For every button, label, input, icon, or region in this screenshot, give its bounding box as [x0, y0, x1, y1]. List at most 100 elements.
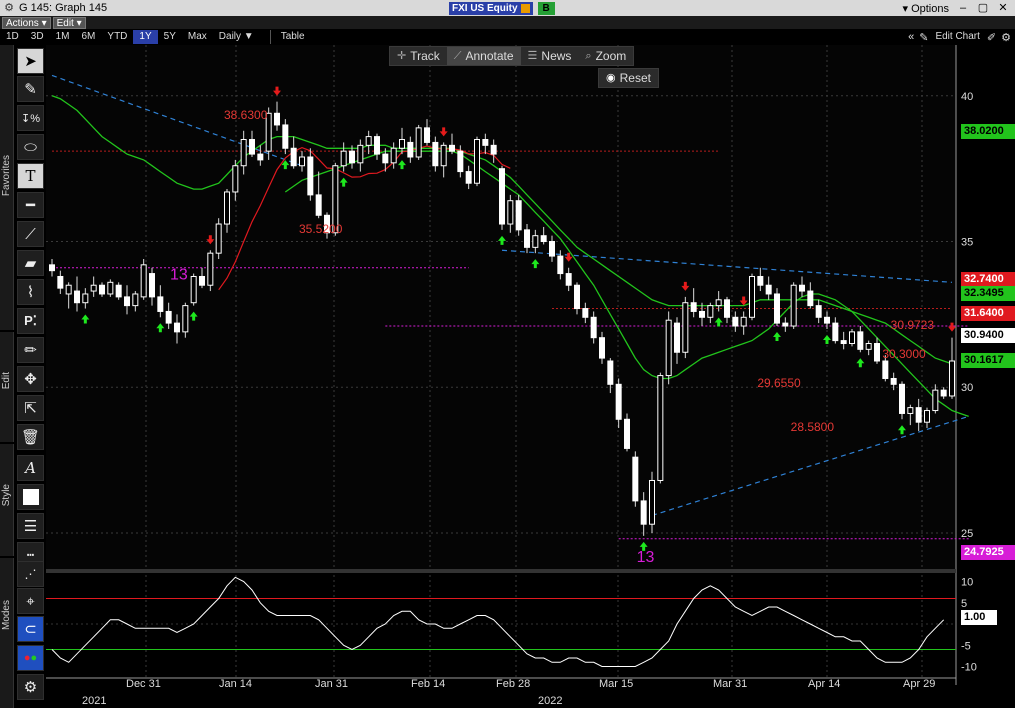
color-palette-icon[interactable]: ● ●	[17, 645, 44, 671]
track-button[interactable]: ✛ Track	[390, 47, 447, 65]
annotate-icon: ⟋	[453, 50, 462, 62]
favorites-tab[interactable]: Favorites	[0, 45, 14, 330]
polyline-icon[interactable]: ⌇	[17, 279, 44, 305]
candle-body	[149, 273, 155, 298]
close-icon[interactable]: ✕	[997, 2, 1009, 14]
edit-chart-button[interactable]: Edit Chart	[933, 30, 981, 44]
oscillator-tick-label: -10	[961, 662, 977, 674]
pen-icon[interactable]: ✏	[17, 337, 44, 363]
ticker-dropdown-icon[interactable]	[520, 3, 530, 13]
ticker-field[interactable]: FXI US Equity	[449, 1, 533, 15]
candle-body	[674, 322, 680, 353]
reset-label: Reset	[619, 71, 651, 85]
candle-body	[874, 343, 880, 362]
candle-body	[124, 296, 130, 307]
pointer-icon[interactable]: ➤	[17, 48, 44, 74]
candle-body	[524, 229, 530, 248]
annotate-button[interactable]: ⟋ Annotate	[446, 47, 521, 65]
line-width-icon[interactable]: ☰	[17, 513, 44, 539]
candle-body	[249, 139, 255, 155]
candle-body	[590, 316, 597, 339]
edit-icon[interactable]: ✐	[987, 31, 996, 44]
candle-body	[465, 171, 472, 184]
eraser-icon[interactable]: ⋰	[17, 561, 44, 587]
move-icon[interactable]: ✥	[17, 366, 44, 392]
edit-tab[interactable]: Edit	[0, 332, 14, 442]
ticker-label: FXI US Equity	[452, 2, 518, 14]
tab-3d[interactable]: 3D	[25, 30, 50, 44]
edit-menu[interactable]: Edit ▾	[52, 16, 86, 29]
candle-body	[949, 360, 955, 397]
channel-icon[interactable]: ▰	[17, 250, 44, 276]
settings-icon[interactable]: ⚙	[1001, 31, 1011, 44]
tab-1d[interactable]: 1D	[0, 30, 25, 44]
options-menu[interactable]: ▾ Options	[902, 2, 949, 15]
pattern-icon[interactable]: P⁚	[17, 308, 44, 334]
tab-ytd[interactable]: YTD	[101, 30, 133, 44]
price-chart[interactable]: 40 35 30 25 38.6300 35.5200 30.9723 30.3000 29.6…	[46, 45, 1015, 708]
add-point-icon[interactable]: ⇱	[17, 395, 44, 421]
horizontal-line-icon[interactable]: ━	[17, 192, 44, 218]
tab-max[interactable]: Max	[182, 30, 213, 44]
table-button[interactable]: Table	[269, 30, 311, 44]
drawing-toolbox: Favorites Edit Style Modes ➤ ✎ ↧% ⬭ T ━ …	[0, 45, 46, 708]
count-13-label: 13	[170, 266, 188, 283]
tab-1m[interactable]: 1M	[50, 30, 76, 44]
window-title: G 145: Graph 145	[19, 2, 108, 14]
restore-icon[interactable]: ▢	[977, 2, 989, 14]
gear-icon[interactable]: ⚙	[17, 674, 44, 700]
actions-menu[interactable]: Actions ▾	[2, 16, 51, 29]
candle-body	[490, 144, 497, 155]
candle-body	[899, 383, 905, 414]
tab-5y[interactable]: 5Y	[158, 30, 182, 44]
collapse-icon[interactable]: «	[908, 31, 914, 43]
font-icon[interactable]: A	[17, 455, 44, 481]
candle-body	[607, 360, 614, 385]
reset-button[interactable]: ◉ Reset	[598, 68, 659, 88]
style-tab[interactable]: Style	[0, 444, 14, 556]
tab-6m[interactable]: 6M	[76, 30, 102, 44]
modes-tab[interactable]: Modes	[0, 558, 14, 708]
y-tick-label: 30	[961, 382, 973, 394]
x-tick: Apr 29	[903, 678, 936, 690]
candle-body	[932, 389, 939, 412]
ellipse-icon[interactable]: ⬭	[17, 134, 44, 160]
candle-body	[290, 147, 297, 167]
crosshair-icon[interactable]: ⌖	[17, 588, 44, 614]
gear-icon[interactable]: ⚙	[3, 2, 15, 14]
candle-body	[549, 241, 555, 257]
price-annotation: 35.5200	[299, 222, 343, 236]
price-annotation: 30.9723	[891, 318, 935, 332]
candle-body	[199, 275, 205, 286]
candle-body	[365, 136, 372, 146]
candle-body	[415, 127, 422, 158]
pencil-icon[interactable]: ✎	[919, 31, 928, 44]
minimize-icon[interactable]: –	[957, 2, 969, 14]
options-label: Options	[911, 2, 949, 15]
news-icon: ☰	[527, 50, 538, 62]
candle-body	[557, 255, 564, 275]
candle-body	[832, 322, 839, 342]
candle-body	[682, 302, 689, 353]
trendline-icon[interactable]: ⟋	[17, 221, 44, 247]
x-tick: Jan 14	[219, 678, 253, 690]
candle-body	[699, 310, 705, 318]
trash-icon[interactable]: 🗑	[17, 424, 44, 450]
news-button[interactable]: ☰ News	[521, 47, 579, 65]
candle-body	[799, 284, 805, 292]
tab-1y[interactable]: 1Y	[133, 30, 158, 44]
text-icon[interactable]: T	[17, 163, 44, 189]
line-draw-icon[interactable]: ✎	[17, 76, 44, 102]
candle-body	[715, 299, 722, 307]
year-label: 2022	[538, 695, 563, 707]
percent-icon[interactable]: ↧%	[17, 105, 44, 131]
candle-body	[107, 281, 114, 295]
zoom-button[interactable]: ⌕ Zoom	[578, 47, 633, 65]
fill-color-icon[interactable]	[17, 484, 44, 510]
candle-body	[449, 144, 455, 152]
badge-b[interactable]: B	[537, 1, 555, 15]
candle-body	[407, 141, 414, 158]
magnet-icon[interactable]: ⊂	[17, 616, 44, 642]
period-dropdown[interactable]: Daily ▼	[213, 30, 260, 44]
candle-body	[232, 165, 239, 193]
